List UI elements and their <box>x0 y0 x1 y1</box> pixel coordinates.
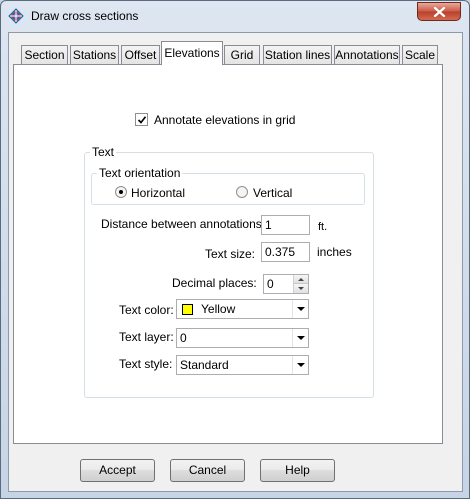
tab-offset[interactable]: Offset <box>121 45 160 65</box>
radio-selected-dot <box>119 190 123 194</box>
decimal-places-label: Decimal places: <box>172 276 257 290</box>
text-orientation-legend: Text orientation <box>97 166 183 180</box>
tab-station-lines[interactable]: Station lines <box>263 45 332 65</box>
yellow-color-swatch <box>182 304 193 315</box>
text-color-dropdown-button[interactable] <box>292 300 308 318</box>
spin-up-button[interactable] <box>294 275 308 284</box>
annotate-elevations-checkbox[interactable] <box>135 113 148 126</box>
text-style-label: Text style: <box>119 357 173 371</box>
tab-scale[interactable]: Scale <box>402 45 438 65</box>
arrow-up-icon <box>298 278 304 281</box>
text-size-input[interactable] <box>261 242 310 262</box>
text-layer-dropdown-button[interactable] <box>292 329 308 347</box>
text-style-select[interactable]: Standard <box>176 355 309 375</box>
text-color-label: Text color: <box>119 303 174 317</box>
tab-stations[interactable]: Stations <box>70 45 119 65</box>
spin-buttons <box>293 275 308 293</box>
text-size-label: Text size: <box>205 247 256 261</box>
text-size-unit: inches <box>317 245 352 259</box>
checkmark-icon <box>137 116 147 124</box>
vertical-radio[interactable] <box>236 186 248 198</box>
decimal-places-value[interactable]: 0 <box>267 277 274 291</box>
title-bar[interactable]: Draw cross sections <box>1 1 469 31</box>
tab-section[interactable]: Section <box>21 45 68 65</box>
annotate-elevations-label: Annotate elevations in grid <box>154 113 296 127</box>
text-style-dropdown-button[interactable] <box>292 356 308 374</box>
distance-label: Distance between annotations: <box>101 217 266 231</box>
text-color-value: Yellow <box>201 302 236 316</box>
accept-button[interactable]: Accept <box>80 459 155 482</box>
close-icon <box>433 7 446 17</box>
text-layer-label: Text layer: <box>119 330 174 344</box>
horizontal-radio[interactable] <box>115 186 127 198</box>
text-layer-value: 0 <box>180 331 187 345</box>
chevron-down-icon <box>297 336 305 340</box>
horizontal-radio-label[interactable]: Horizontal <box>131 186 185 200</box>
text-style-value: Standard <box>180 358 229 372</box>
vertical-radio-label[interactable]: Vertical <box>253 186 292 200</box>
text-color-select[interactable]: Yellow <box>176 299 309 319</box>
close-button[interactable] <box>417 2 461 21</box>
window-title: Draw cross sections <box>31 9 139 23</box>
spin-down-button[interactable] <box>294 284 308 293</box>
text-layer-select[interactable]: 0 <box>176 328 309 348</box>
distance-input[interactable] <box>261 215 310 235</box>
chevron-down-icon <box>297 363 305 367</box>
tab-grid[interactable]: Grid <box>224 45 260 65</box>
help-button[interactable]: Help <box>260 459 335 482</box>
crosshair-app-icon <box>8 8 24 24</box>
arrow-down-icon <box>298 287 304 290</box>
tab-annotations[interactable]: Annotations <box>334 45 400 65</box>
text-group-legend: Text <box>90 145 117 159</box>
tab-elevations[interactable]: Elevations <box>161 41 223 65</box>
distance-unit: ft. <box>318 221 328 233</box>
decimal-places-spinner[interactable]: 0 <box>263 274 309 294</box>
chevron-down-icon <box>297 307 305 311</box>
cancel-button[interactable]: Cancel <box>170 459 245 482</box>
